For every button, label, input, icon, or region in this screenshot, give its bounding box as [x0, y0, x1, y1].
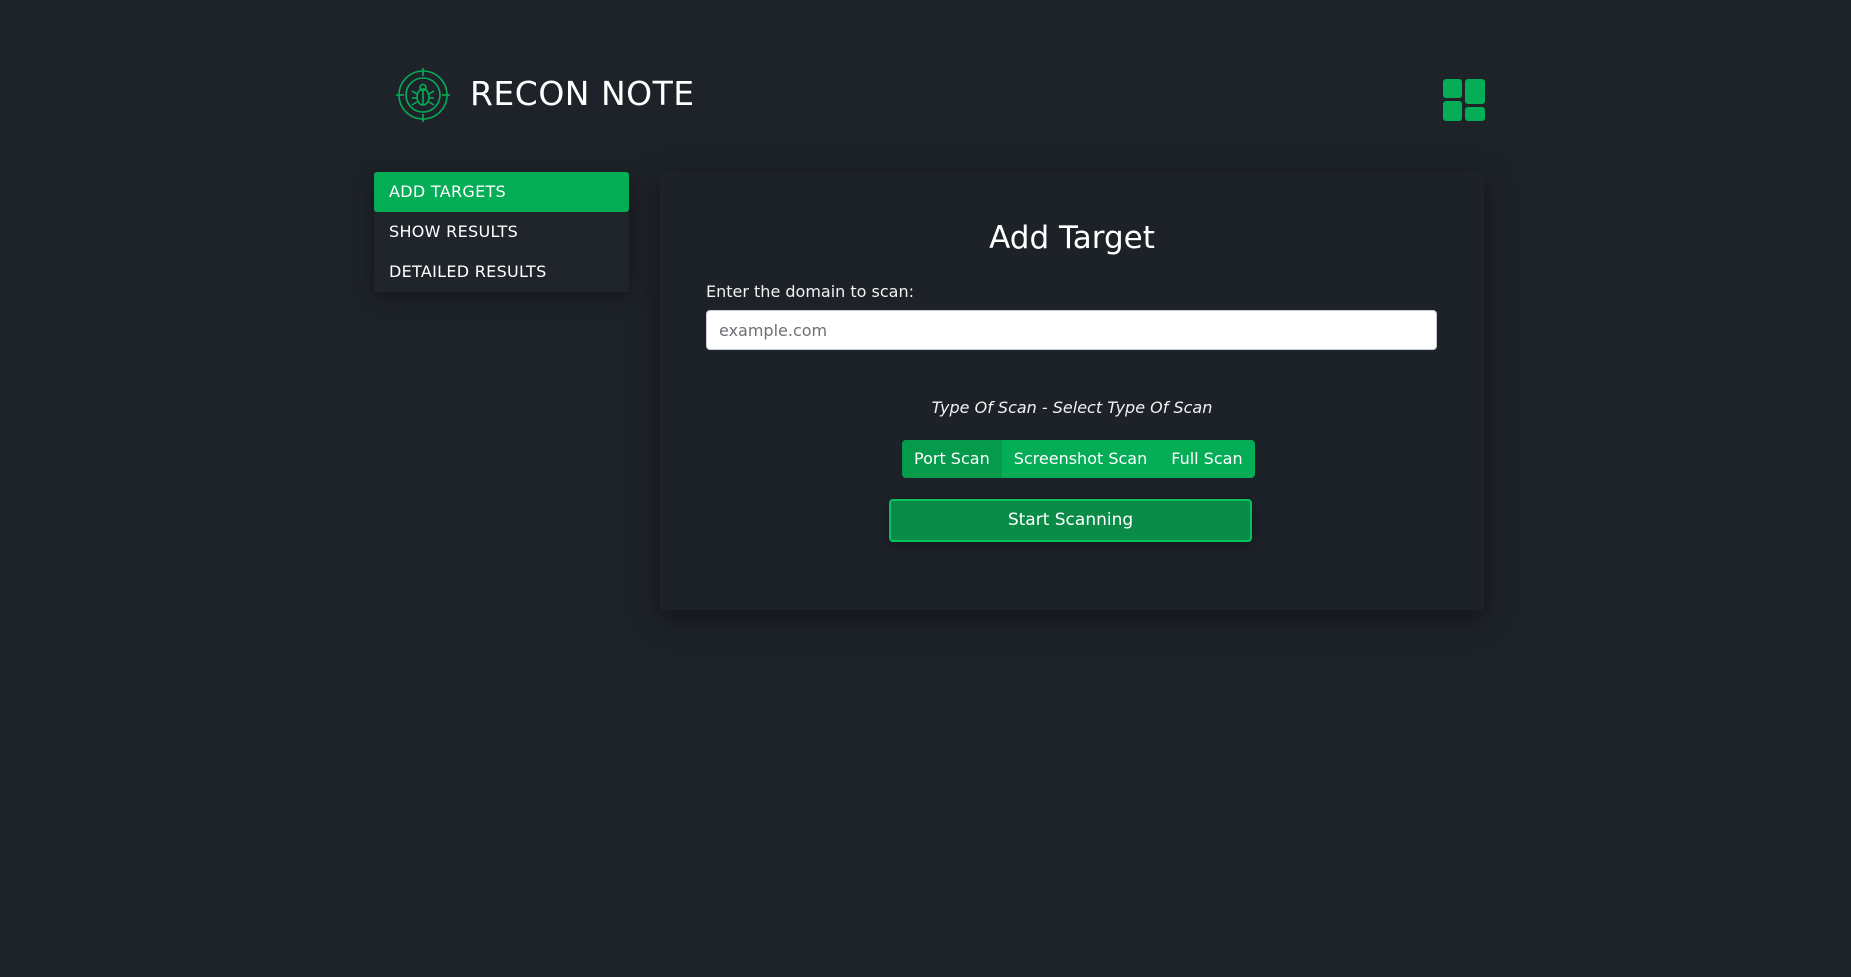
start-scanning-button[interactable]: Start Scanning	[889, 499, 1252, 542]
sidebar-nav: ADD TARGETS SHOW RESULTS DETAILED RESULT…	[374, 172, 629, 292]
screenshot-scan-button[interactable]: Screenshot Scan	[1001, 440, 1160, 478]
dashboard-grid-icon[interactable]	[1443, 79, 1485, 121]
full-scan-button[interactable]: Full Scan	[1159, 440, 1255, 478]
port-scan-button[interactable]: Port Scan	[902, 440, 1002, 478]
domain-input[interactable]	[706, 310, 1437, 350]
page-title: Add Target	[989, 220, 1155, 256]
scan-type-button-group: Port Scan Screenshot Scan Full Scan	[902, 440, 1255, 478]
sidebar-item-detailed-results[interactable]: DETAILED RESULTS	[374, 252, 629, 292]
domain-label: Enter the domain to scan:	[706, 282, 914, 301]
app-title: RECON NOTE	[470, 74, 695, 113]
sidebar-item-show-results[interactable]: SHOW RESULTS	[374, 212, 629, 252]
add-target-card: Add Target Enter the domain to scan: Typ…	[660, 172, 1484, 610]
sidebar-item-add-targets[interactable]: ADD TARGETS	[374, 172, 629, 212]
bug-crosshair-icon	[396, 68, 450, 122]
page: RECON NOTE ADD TARGETS SHOW RESULTS DETA…	[0, 0, 1851, 977]
scan-type-label: Type Of Scan - Select Type Of Scan	[931, 398, 1213, 417]
